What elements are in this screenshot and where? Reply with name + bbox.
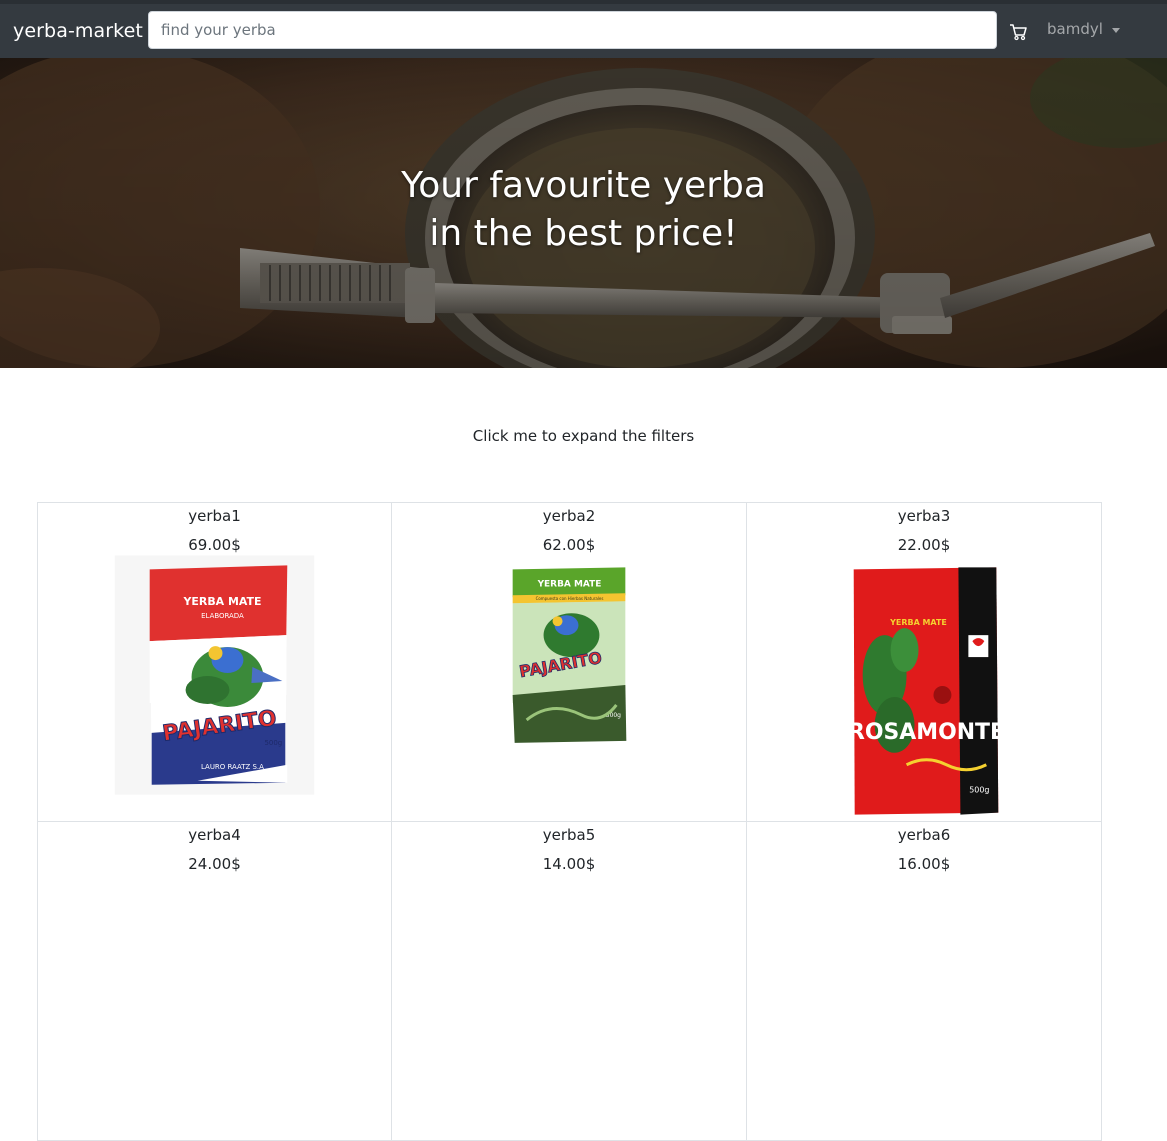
pack-weight: 500g [264,739,282,747]
pack-sub-label: ELABORADA [201,612,244,620]
pack-footer: LAURO RAATZ S.A [201,763,264,771]
product-price: 62.00$ [542,536,596,554]
product-card[interactable]: yerba2 62.00$ YERBA MATE Compuesta con H… [391,502,747,822]
product-name: yerba5 [542,826,596,844]
product-card[interactable]: yerba1 69.00$ YERBA MATE ELABORADA PAJAR… [37,502,392,822]
product-image: YERBA MATE ROSAMONTE 500g [848,567,1005,815]
product-price: 16.00$ [897,855,951,873]
product-card[interactable]: yerba3 22.00$ YERBA MATE ROSAMONTE 500g [746,502,1102,822]
product-price: 14.00$ [542,855,596,873]
pack-weight: 500g [969,786,989,795]
product-grid: yerba1 69.00$ YERBA MATE ELABORADA PAJAR… [37,502,1102,1141]
product-name: yerba3 [897,507,951,525]
pack-top-label: YERBA MATE [537,579,602,589]
product-image: YERBA MATE Compuesta con Hierbas Natural… [512,567,627,743]
product-name: yerba6 [897,826,951,844]
hero-line-2: in the best price! [429,213,738,254]
hero-line-1: Your favourite yerba [401,165,766,206]
product-price: 24.00$ [188,855,241,873]
brand-logo[interactable]: yerba-market [13,20,143,42]
pack-sub-label: Compuesta con Hierbas Naturales [536,596,604,601]
product-name: yerba2 [542,507,596,525]
pack-top-label: YERBA MATE [182,595,261,608]
product-name: yerba4 [188,826,241,844]
product-price: 69.00$ [188,536,241,554]
navbar: yerba-market bamdyl [0,0,1167,58]
product-card[interactable]: yerba6 16.00$ [746,821,1102,1141]
product-price: 22.00$ [897,536,951,554]
cart-icon[interactable] [1008,22,1028,42]
chevron-down-icon [1111,27,1120,33]
pack-brand: ROSAMONTE [848,720,1005,745]
product-card[interactable]: yerba4 24.00$ [37,821,392,1141]
hero-banner: Your favourite yerba in the best price! [0,58,1167,368]
product-image: YERBA MATE ELABORADA PAJARITO 500g LAURO… [114,555,315,795]
filters-toggle[interactable]: Click me to expand the filters [0,427,1167,445]
search-input[interactable] [148,11,997,49]
hero-headline: Your favourite yerba in the best price! [0,162,1167,258]
user-name: bamdyl [1047,20,1103,38]
user-menu[interactable]: bamdyl [1047,20,1120,38]
product-card[interactable]: yerba5 14.00$ [391,821,747,1141]
product-name: yerba1 [188,507,241,525]
pack-top-label: YERBA MATE [889,618,947,627]
